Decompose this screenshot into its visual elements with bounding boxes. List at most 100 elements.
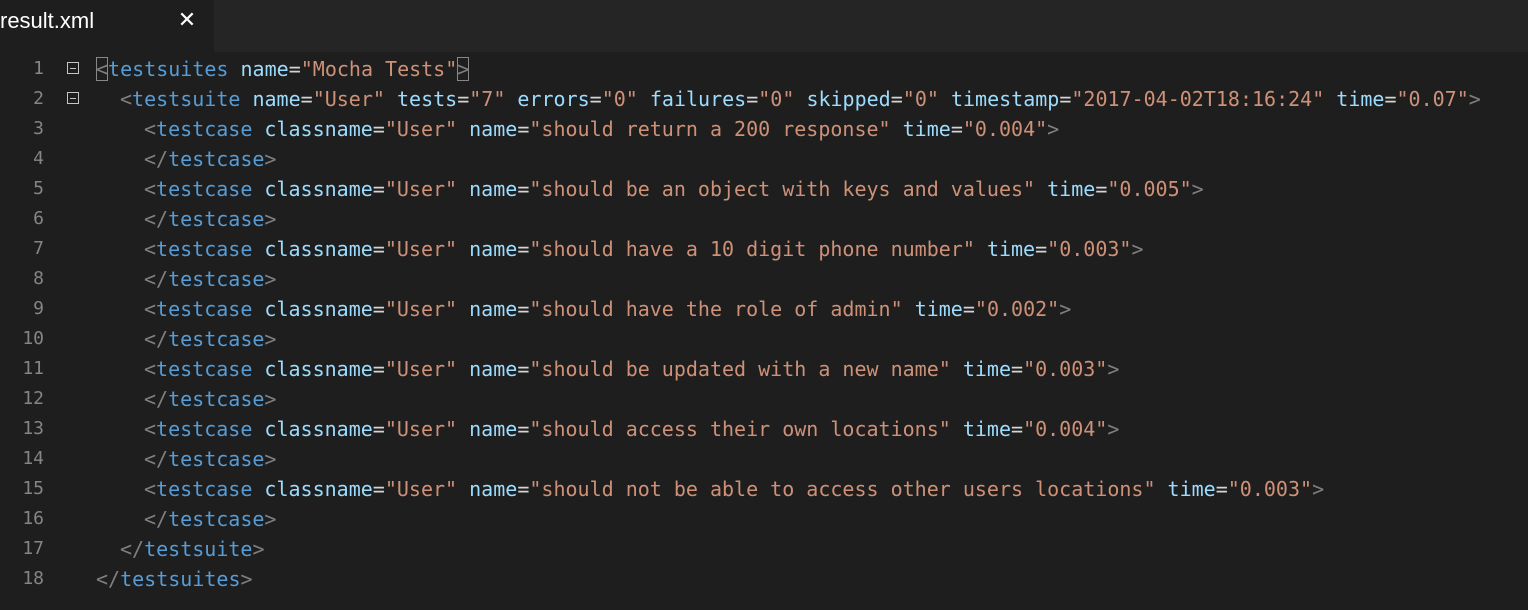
code-token: "0.002" [974, 297, 1060, 321]
code-token: testcase [156, 297, 253, 321]
code-token: </ [144, 267, 169, 291]
code-token: "User" [384, 477, 458, 501]
code-line[interactable]: 16 </testcase> [0, 504, 1528, 534]
code-line[interactable]: 12 </testcase> [0, 384, 1528, 414]
fold-collapse-icon[interactable] [67, 62, 79, 74]
line-number: 11 [22, 358, 44, 379]
code-token: "7" [469, 87, 506, 111]
code-token: > [264, 447, 277, 471]
code-token: = [372, 477, 385, 501]
code-token: < [144, 297, 157, 321]
code-line[interactable]: 3 <testcase classname="User" name="should… [0, 114, 1528, 144]
fold-collapse-icon[interactable] [67, 92, 79, 104]
code-token: "User" [384, 177, 458, 201]
code-token: </ [144, 447, 169, 471]
code-token: "0" [601, 87, 638, 111]
code-line[interactable]: 10 </testcase> [0, 324, 1528, 354]
code-token: "should access their own locations" [529, 417, 951, 441]
tab-result-xml[interactable]: result.xml ✕ [0, 0, 214, 52]
code-line[interactable]: 4 </testcase> [0, 144, 1528, 174]
code-token: name [469, 297, 518, 321]
line-number: 10 [22, 328, 44, 349]
code-line[interactable]: 6 </testcase> [0, 204, 1528, 234]
code-editor[interactable]: 1 <testsuites name="Mocha Tests"> 2 <testsu… [0, 52, 1528, 610]
code-line[interactable]: 2 <testsuite name="User" tests="7" errors… [0, 84, 1528, 114]
code-token: = [372, 117, 385, 141]
code-text: </testcase> [144, 144, 276, 174]
code-token: "0.07" [1396, 87, 1469, 111]
code-token: classname [264, 417, 373, 441]
code-token: testcase [168, 207, 265, 231]
code-token: testcase [168, 387, 265, 411]
code-token: > [252, 537, 265, 561]
code-token: = [517, 297, 530, 321]
code-line[interactable]: 5 <testcase classname="User" name="should… [0, 174, 1528, 204]
code-token: = [1095, 177, 1108, 201]
code-text: </testcase> [144, 384, 276, 414]
code-text: <testcase classname="User" name="should … [144, 414, 1119, 444]
code-token: time [902, 117, 951, 141]
code-token: > [1312, 477, 1325, 501]
code-line[interactable]: 1 <testsuites name="Mocha Tests"> [0, 54, 1528, 84]
code-token: = [517, 357, 530, 381]
code-line[interactable]: 8 </testcase> [0, 264, 1528, 294]
code-token: = [517, 477, 530, 501]
code-token: "2017-04-02T18:16:24" [1071, 87, 1325, 111]
line-number: 15 [22, 478, 44, 499]
code-token: testsuite [132, 87, 241, 111]
code-token: testcase [156, 237, 253, 261]
code-token: = [457, 87, 470, 111]
code-token: time [1047, 177, 1096, 201]
code-line[interactable]: 7 <testcase classname="User" name="should… [0, 234, 1528, 264]
code-token: name [469, 357, 518, 381]
code-token: failures [649, 87, 747, 111]
code-token: < [144, 477, 157, 501]
code-token: < [144, 177, 157, 201]
code-line[interactable]: 9 <testcase classname="User" name="should… [0, 294, 1528, 324]
code-token: </ [144, 387, 169, 411]
code-token: "User" [384, 417, 458, 441]
code-token: > [1047, 117, 1060, 141]
code-text: </testcase> [144, 324, 276, 354]
code-line[interactable]: 17 </testsuite> [0, 534, 1528, 564]
code-token: </ [144, 207, 169, 231]
code-token: "User" [384, 117, 458, 141]
code-token: = [1215, 477, 1228, 501]
code-token: name [469, 177, 518, 201]
code-token: = [890, 87, 903, 111]
code-token: = [517, 177, 530, 201]
code-token: testcase [156, 177, 253, 201]
code-line[interactable]: 18 </testsuites> [0, 564, 1528, 594]
line-number: 6 [33, 208, 44, 229]
line-number: 12 [22, 388, 44, 409]
code-token: = [288, 57, 301, 81]
code-token: = [372, 237, 385, 261]
code-line[interactable]: 13 <testcase classname="User" name="shoul… [0, 414, 1528, 444]
code-token: < [144, 417, 157, 441]
code-token: = [1011, 357, 1024, 381]
code-token: name [240, 57, 289, 81]
code-token: "should have the role of admin" [529, 297, 903, 321]
code-token: = [517, 117, 530, 141]
code-token: </ [144, 147, 169, 171]
code-token: name [469, 417, 518, 441]
code-token: tests [396, 87, 458, 111]
code-line[interactable]: 14 </testcase> [0, 444, 1528, 474]
code-line[interactable]: 11 <testcase classname="User" name="shoul… [0, 354, 1528, 384]
code-text: </testcase> [144, 204, 276, 234]
code-token: testsuites [120, 567, 241, 591]
code-line[interactable]: 15 <testcase classname="User" name="shoul… [0, 474, 1528, 504]
close-icon[interactable]: ✕ [174, 8, 200, 34]
code-token: name [469, 117, 518, 141]
code-token: time [914, 297, 963, 321]
line-number: 2 [33, 88, 44, 109]
code-token: testcase [156, 477, 253, 501]
